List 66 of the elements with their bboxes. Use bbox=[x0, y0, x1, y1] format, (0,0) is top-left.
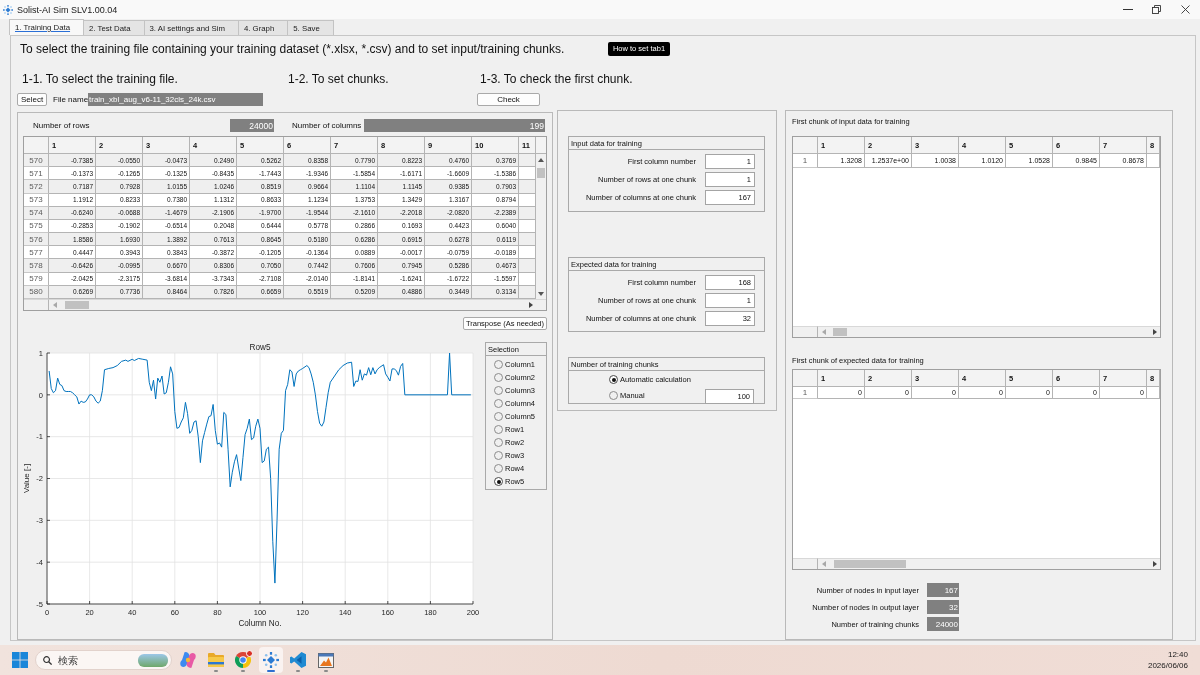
search-icon bbox=[43, 655, 52, 665]
window-title: Solist-AI Sim SLV1.00.04 bbox=[17, 4, 118, 15]
table-corner bbox=[536, 299, 546, 310]
row-header: 576 bbox=[24, 233, 49, 247]
table-cell bbox=[1147, 387, 1160, 399]
photo-placeholder bbox=[138, 653, 168, 667]
scrollbar-thumb[interactable] bbox=[65, 301, 89, 309]
field-label: Number of columns bbox=[292, 120, 362, 132]
down-triangle-icon[interactable] bbox=[538, 292, 544, 296]
horizontal-scrollbar[interactable] bbox=[818, 326, 1160, 337]
select-button[interactable]: Select bbox=[17, 93, 47, 106]
section-heading: 1-3. To check the first chunk. bbox=[480, 71, 633, 86]
right-triangle-icon[interactable] bbox=[1153, 561, 1157, 567]
ribbon-icon bbox=[290, 652, 307, 668]
value-display: 199 bbox=[364, 119, 545, 132]
clock-time: 12:40 bbox=[1167, 649, 1188, 660]
search-field[interactable]: 検索 bbox=[58, 653, 128, 667]
scrollbar-thumb[interactable] bbox=[537, 168, 545, 178]
value-display: 24000 bbox=[230, 119, 274, 132]
horizontal-scrollbar[interactable] bbox=[818, 558, 1160, 569]
left-triangle-icon[interactable] bbox=[53, 302, 57, 308]
value-display: 167 bbox=[927, 583, 959, 597]
vertical-scrollbar[interactable] bbox=[536, 154, 546, 299]
field-label: Number of rows bbox=[33, 120, 90, 132]
row-header: 578 bbox=[24, 259, 49, 273]
right-triangle-icon[interactable] bbox=[1153, 329, 1157, 335]
instruction-text: To select the training file containing your training dataset (*.xlsx, *.csv) and to set input/training chunks. bbox=[20, 41, 565, 56]
row-header: 572 bbox=[24, 180, 49, 194]
taskbar-button[interactable] bbox=[258, 647, 283, 673]
table-corner bbox=[793, 558, 818, 569]
clock-date: 2026/06/06 bbox=[1147, 660, 1188, 671]
row-header: 579 bbox=[24, 272, 49, 286]
section-heading: 1-1. To select the training file. bbox=[22, 71, 178, 86]
right-triangle-icon[interactable] bbox=[529, 302, 533, 308]
folder-icon bbox=[207, 653, 224, 667]
axis-label: Column No. bbox=[238, 619, 282, 628]
search-bar[interactable]: 検索 bbox=[35, 650, 172, 670]
table-cell bbox=[1147, 154, 1160, 168]
left-triangle-icon[interactable] bbox=[822, 561, 826, 567]
value-display: 32 bbox=[927, 600, 959, 614]
file-name-field: train_xbl_aug_v6-11_32cls_24k.csv bbox=[88, 93, 263, 106]
table-corner bbox=[793, 326, 818, 337]
row-header: 570 bbox=[24, 154, 49, 168]
left-triangle-icon[interactable] bbox=[822, 329, 826, 335]
field-label: File name bbox=[53, 94, 88, 106]
scrollbar-thumb[interactable] bbox=[833, 328, 847, 336]
up-triangle-icon[interactable] bbox=[538, 158, 544, 162]
chart-window-icon bbox=[317, 652, 334, 668]
tricolor-circle-icon bbox=[235, 652, 252, 668]
row-header: 1 bbox=[793, 154, 818, 168]
chart-title: Row5 bbox=[249, 343, 271, 352]
restore-icon[interactable] bbox=[1152, 5, 1161, 14]
value-display: 24000 bbox=[927, 617, 959, 631]
minimize-icon[interactable] bbox=[1122, 9, 1133, 10]
scrollbar-thumb[interactable] bbox=[834, 560, 906, 568]
table-corner bbox=[24, 299, 49, 310]
horizontal-scrollbar[interactable] bbox=[49, 299, 536, 310]
swirl-icon bbox=[180, 652, 196, 668]
axis-label: Value [-] bbox=[22, 463, 31, 494]
row-header: 573 bbox=[24, 193, 49, 207]
dotted-cross-icon bbox=[3, 4, 13, 15]
dotted-cross-icon bbox=[262, 652, 279, 668]
section-heading: 1-2. To set chunks. bbox=[288, 71, 389, 86]
row-header: 1 bbox=[793, 387, 818, 399]
close-icon[interactable] bbox=[1181, 5, 1190, 14]
check-button[interactable]: Check bbox=[477, 93, 540, 106]
